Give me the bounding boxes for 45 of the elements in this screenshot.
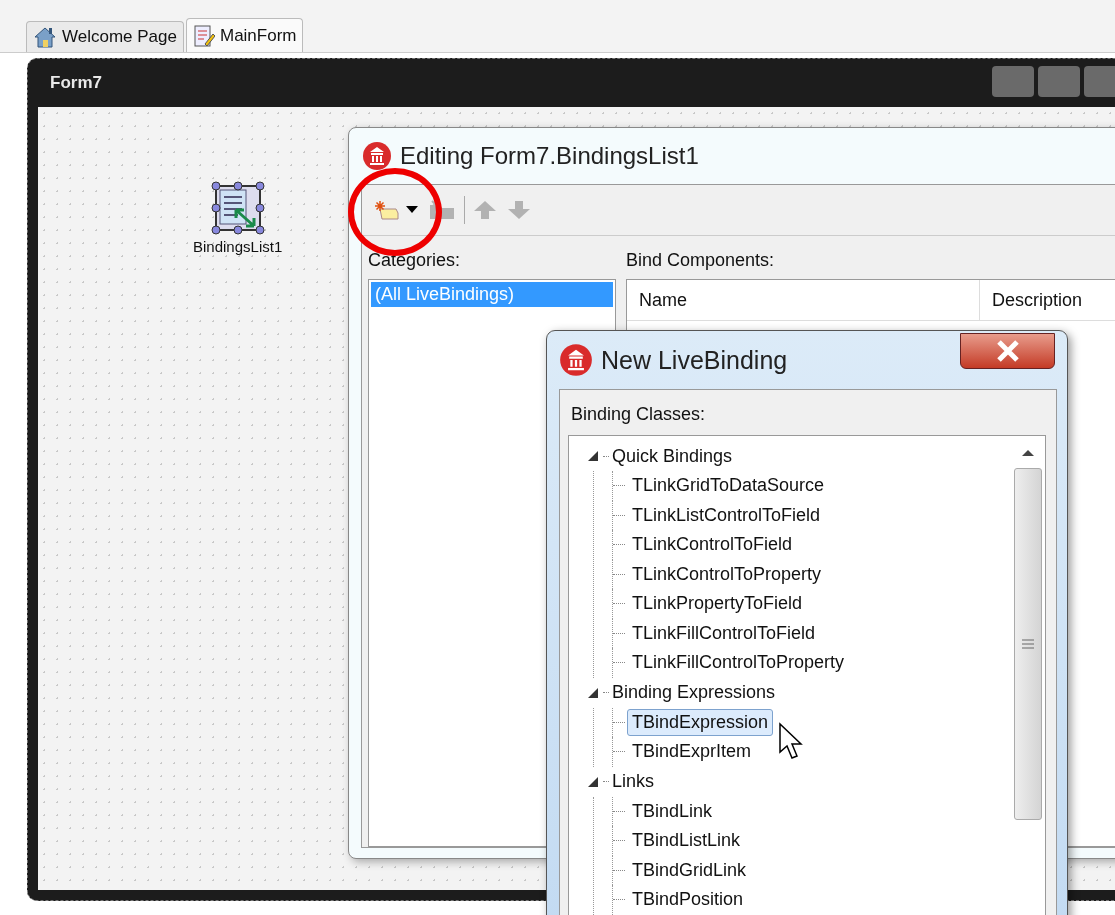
- close-icon: [994, 340, 1021, 362]
- tree-item[interactable]: TBindExpression: [627, 708, 774, 736]
- window-control-button[interactable]: [1084, 65, 1115, 97]
- tree-item[interactable]: TBindLink: [627, 797, 718, 825]
- tree-item[interactable]: TBindPosition: [627, 886, 749, 914]
- tree-item[interactable]: TBindExprItem: [627, 738, 757, 766]
- document-tab[interactable]: Welcome Page: [26, 21, 184, 52]
- mouse-pointer-icon: [778, 722, 806, 762]
- column-header[interactable]: Description: [980, 280, 1083, 320]
- tree-item[interactable]: TLinkListControlToField: [627, 501, 826, 529]
- column-header[interactable]: Name: [627, 280, 980, 320]
- tree-item[interactable]: TLinkControlToProperty: [627, 560, 827, 588]
- window-control-button[interactable]: [992, 65, 1034, 97]
- tree-group-item[interactable]: Links: [612, 771, 655, 792]
- expander-icon[interactable]: [587, 450, 599, 462]
- dialog-title: Editing Form7.BindingsList1: [400, 142, 699, 170]
- bind-components-label: Bind Components:: [626, 250, 776, 271]
- form-icon: [192, 23, 215, 48]
- caret-icon: [406, 206, 418, 214]
- categories-label: Categories:: [368, 250, 462, 271]
- app-logo-icon: [559, 343, 593, 377]
- tree-item[interactable]: TLinkFillControlToField: [627, 619, 821, 647]
- form-title: Form7: [50, 73, 102, 93]
- bindings-list-component-icon[interactable]: [209, 180, 266, 236]
- tree-item[interactable]: TLinkControlToField: [627, 531, 798, 559]
- app-logo-icon: [362, 141, 392, 171]
- expander-icon[interactable]: [587, 775, 599, 788]
- dialog-title: New LiveBinding: [601, 345, 788, 375]
- tree-item[interactable]: TLinkPropertyToField: [627, 590, 808, 618]
- tree-item[interactable]: TBindListLink: [627, 827, 746, 855]
- close-button[interactable]: [960, 333, 1055, 369]
- tree-item[interactable]: TLinkGridToDataSource: [627, 472, 830, 500]
- window-control-button[interactable]: [1038, 65, 1080, 97]
- new-item-icon: [374, 199, 400, 221]
- binding-classes-label: Binding Classes:: [570, 404, 707, 425]
- grip-icon: [1021, 638, 1035, 650]
- document-tab[interactable]: MainForm: [185, 18, 304, 52]
- component-label: BindingsList1: [193, 238, 283, 255]
- scroll-up-icon[interactable]: [1021, 448, 1035, 458]
- tree-item[interactable]: TLinkFillControlToProperty: [627, 649, 850, 677]
- tree-group-item[interactable]: Quick Bindings: [612, 445, 733, 467]
- expander-icon[interactable]: [587, 686, 599, 699]
- house-icon: [33, 26, 57, 48]
- tree-group-item[interactable]: Binding Expressions: [612, 682, 776, 703]
- tree-item[interactable]: TBindGridLink: [627, 856, 752, 884]
